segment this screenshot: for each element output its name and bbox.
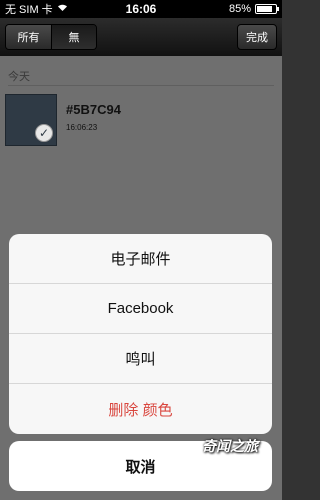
color-time-label: 16:06:23 bbox=[66, 123, 98, 132]
email-option[interactable]: 电子邮件 bbox=[9, 234, 272, 284]
color-swatch: ✓ bbox=[5, 94, 57, 146]
facebook-option[interactable]: Facebook bbox=[9, 284, 272, 334]
filter-segmented-control: 所有 無 bbox=[5, 24, 97, 50]
section-header-today: 今天 bbox=[8, 68, 274, 86]
checkmark-icon: ✓ bbox=[35, 124, 53, 142]
status-time: 16:06 bbox=[125, 2, 157, 16]
status-bar: 无 SIM 卡 16:06 85% bbox=[0, 0, 282, 18]
battery-fill bbox=[257, 6, 273, 12]
action-sheet: 电子邮件 Facebook 鸣叫 删除 颜色 bbox=[9, 234, 272, 434]
color-hex-label: #5B7C94 bbox=[66, 102, 121, 117]
battery-icon bbox=[255, 4, 279, 14]
watermark: 奇闻之旅 bbox=[202, 438, 258, 454]
tweet-option[interactable]: 鸣叫 bbox=[9, 334, 272, 384]
top-toolbar: 所有 無 完成 bbox=[0, 18, 282, 56]
delete-color-option[interactable]: 删除 颜色 bbox=[9, 384, 272, 434]
done-button[interactable]: 完成 bbox=[237, 24, 277, 50]
filter-all-button[interactable]: 所有 bbox=[6, 25, 51, 49]
filter-none-button[interactable]: 無 bbox=[51, 25, 96, 49]
color-list-item[interactable]: ✓ #5B7C94 16:06:23 bbox=[5, 94, 277, 150]
